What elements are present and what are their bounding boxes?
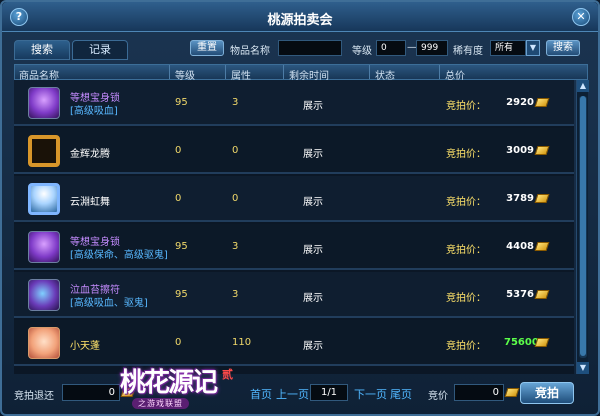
title-bar: ? 桃源拍卖会 ✕ [2, 2, 598, 32]
item-attr: 3 [232, 289, 239, 300]
bid-amount-label: 竞价 [428, 391, 448, 402]
item-status: 展示 [303, 149, 323, 160]
table-row[interactable]: 等想宝身锁 [高级吸血] 95 3 展示 竞拍价： 2920 [14, 80, 574, 126]
window-title: 桃源拍卖会 [267, 12, 333, 27]
item-name-label: 物品名称 [230, 46, 270, 57]
level-label: 等级 [352, 46, 372, 57]
tab-search[interactable]: 搜索 [14, 40, 70, 60]
logo-subtitle: 之游戏联盟 [132, 398, 189, 409]
table-row[interactable]: 小天蓬 0 110 展示 竞拍价： 75600 [14, 320, 574, 366]
rarity-label: 稀有度 [453, 46, 483, 57]
scroll-thumb[interactable] [580, 96, 586, 356]
bid-refund-label: 竞拍退还 [14, 391, 54, 402]
item-status: 展示 [303, 197, 323, 208]
gold-ingot-icon [534, 242, 550, 251]
gold-ingot-icon [534, 338, 550, 347]
bid-price-label: 竞拍价： [446, 245, 486, 256]
reset-button[interactable]: 重置 [190, 40, 224, 56]
item-level: 0 [175, 337, 182, 348]
table-row[interactable]: 金辉龙腾 0 0 展示 竞拍价： 3009 [14, 128, 574, 174]
item-level: 0 [175, 145, 182, 156]
header-divider [169, 65, 170, 79]
purple-monster-icon [28, 87, 60, 119]
header-divider [439, 65, 440, 79]
gold-ingot-icon [534, 194, 550, 203]
level-min-input[interactable]: 0 [376, 40, 406, 56]
bid-button[interactable]: 竞拍 [520, 382, 574, 404]
level-max-input[interactable]: 999 [416, 40, 448, 56]
bid-price-label: 竞拍价： [446, 101, 486, 112]
item-attr: 110 [232, 337, 252, 348]
item-attr: 3 [232, 241, 239, 252]
bid-price-value: 75600 [504, 337, 539, 348]
item-level: 95 [175, 289, 188, 300]
bid-price-value: 4408 [506, 241, 534, 252]
next-page-link[interactable]: 下一页 [354, 386, 387, 402]
close-icon[interactable]: ✕ [572, 8, 590, 26]
item-name-input[interactable] [278, 40, 342, 56]
bid-price-label: 竞拍价： [446, 197, 486, 208]
item-name: 金辉龙腾 [70, 149, 110, 160]
table-row[interactable]: 泣血苔擦符 [高级吸血、驱鬼] 95 3 展示 竞拍价： 5376 [14, 272, 574, 318]
gold-ingot-icon [534, 98, 550, 107]
purple-talisman-icon [28, 279, 60, 311]
bid-price-label: 竞拍价： [446, 341, 486, 352]
first-page-link[interactable]: 首页 [250, 386, 272, 402]
rarity-select[interactable]: 所有 [490, 40, 526, 56]
search-button[interactable]: 搜索 [546, 40, 580, 56]
scroll-track[interactable] [579, 96, 587, 358]
item-status: 展示 [303, 101, 323, 112]
gold-ingot-icon [534, 290, 550, 299]
item-name: 云淵虹舞 [70, 197, 110, 208]
gold-ingot-icon [504, 388, 520, 397]
gold-ingot-icon [534, 146, 550, 155]
item-level: 0 [175, 193, 182, 204]
logo-badge: 贰 [222, 368, 233, 381]
page-indicator: 1/1 [310, 384, 348, 401]
table-header: 商品名称 等级 属性 剩余时间 状态 总价 [14, 64, 588, 82]
item-affix: [高级吸血、驱鬼] [70, 298, 148, 309]
game-logo: 桃花源记 贰 之游戏联盟 [110, 362, 246, 414]
item-affix: [高级保命、高级驱鬼] [70, 250, 168, 261]
item-level: 95 [175, 97, 188, 108]
item-level: 95 [175, 241, 188, 252]
pig-pet-icon [28, 327, 60, 359]
last-page-link[interactable]: 尾页 [390, 386, 412, 402]
chevron-down-icon[interactable]: ▼ [526, 40, 540, 56]
prev-page-link[interactable]: 上一页 [276, 386, 309, 402]
auction-window: ? 桃源拍卖会 ✕ 搜索 记录 重置 物品名称 等级 0 — 999 稀有度 所… [0, 0, 600, 416]
scroll-up-icon[interactable]: ▲ [577, 80, 589, 92]
item-attr: 3 [232, 97, 239, 108]
cloud-frame-icon [28, 183, 60, 215]
item-status: 展示 [303, 245, 323, 256]
golden-frame-icon [28, 135, 60, 167]
item-attr: 0 [232, 193, 239, 204]
bid-price-label: 竞拍价： [446, 149, 486, 160]
table-row[interactable]: 云淵虹舞 0 0 展示 竞拍价： 3789 [14, 176, 574, 222]
item-status: 展示 [303, 341, 323, 352]
bid-amount-input[interactable]: 0 [454, 384, 504, 401]
item-status: 展示 [303, 293, 323, 304]
logo-text: 桃花源记 [120, 368, 218, 398]
item-name: 小天蓬 [70, 341, 100, 352]
scroll-down-icon[interactable]: ▼ [577, 362, 589, 374]
tab-records[interactable]: 记录 [72, 40, 128, 60]
bid-price-label: 竞拍价： [446, 293, 486, 304]
bid-price-value: 3009 [506, 145, 534, 156]
scrollbar[interactable]: ▲ ▼ [576, 80, 589, 374]
header-divider [283, 65, 284, 79]
header-divider [369, 65, 370, 79]
bid-price-value: 5376 [506, 289, 534, 300]
header-divider [225, 65, 226, 79]
purple-monster-icon [28, 231, 60, 263]
table-row[interactable]: 等想宝身锁 [高级保命、高级驱鬼] 95 3 展示 竞拍价： 4408 [14, 224, 574, 270]
item-affix: [高级吸血] [70, 106, 118, 117]
auction-list: 等想宝身锁 [高级吸血] 95 3 展示 竞拍价： 2920 金辉龙腾 0 0 … [14, 80, 574, 374]
bid-price-value: 2920 [506, 97, 534, 108]
item-attr: 0 [232, 145, 239, 156]
bid-price-value: 3789 [506, 193, 534, 204]
